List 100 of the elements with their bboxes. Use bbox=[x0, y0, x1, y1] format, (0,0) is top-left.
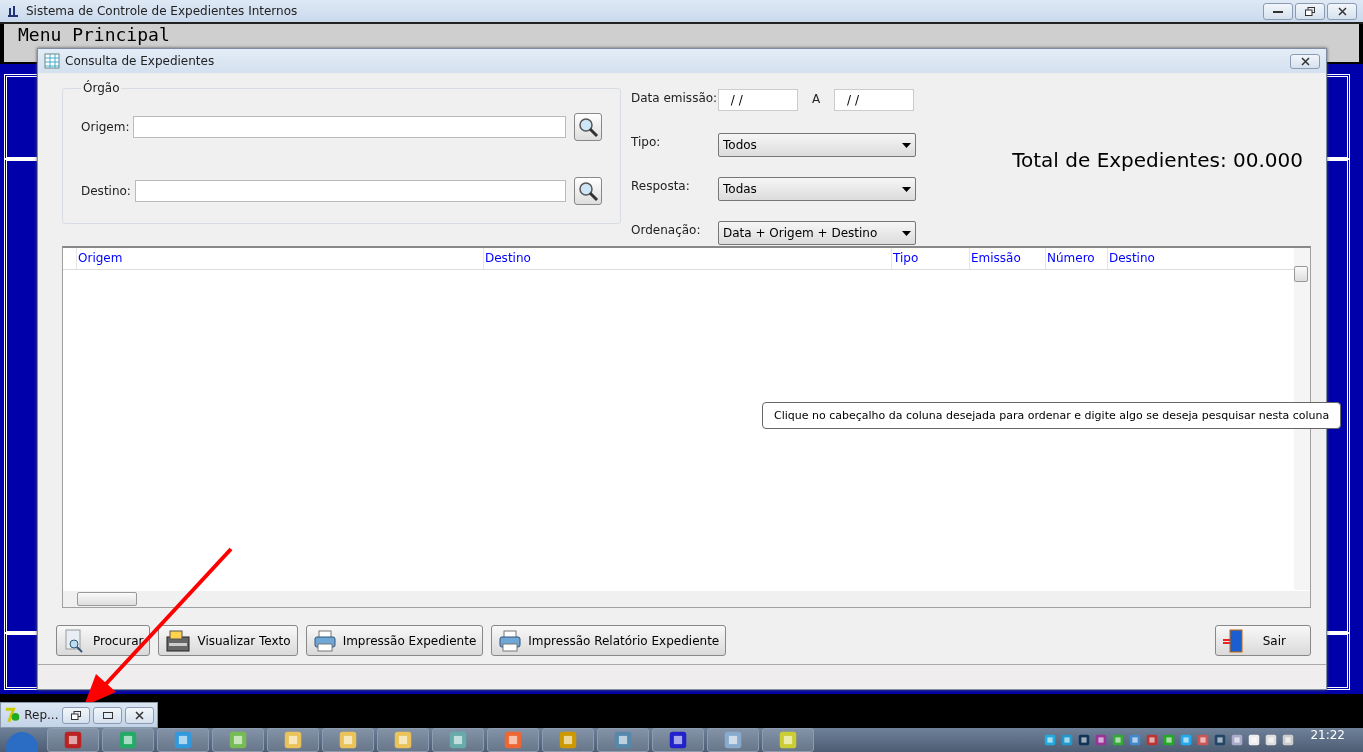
action-button[interactable]: Impressão Expediente bbox=[305, 625, 484, 656]
tray-icon bbox=[1179, 733, 1194, 747]
tray-icon bbox=[1094, 733, 1109, 747]
close-icon bbox=[1300, 56, 1310, 66]
app-icon bbox=[62, 729, 84, 751]
app-icon bbox=[722, 729, 744, 751]
tooltip: Clique no cabeçalho da coluna desejada para ordenar e digite algo se deseja pesquisar nesta coluna bbox=[762, 402, 1342, 429]
close-icon bbox=[135, 710, 145, 720]
app-icon bbox=[337, 729, 359, 751]
group-title: Órgão bbox=[82, 81, 121, 95]
app-icon bbox=[282, 729, 304, 751]
taskbar-button[interactable] bbox=[322, 728, 374, 752]
app-icon bbox=[172, 729, 194, 751]
tray-icon bbox=[1247, 733, 1262, 747]
tray-icon bbox=[1196, 733, 1211, 747]
tray-icon bbox=[1128, 733, 1143, 747]
close-icon bbox=[1337, 6, 1347, 16]
tray-icon bbox=[1281, 733, 1296, 747]
dropdown[interactable]: Todas bbox=[718, 177, 916, 201]
dropdown[interactable]: Todos bbox=[718, 133, 916, 157]
tray-icon bbox=[1162, 733, 1177, 747]
file-drawer-icon bbox=[165, 628, 192, 653]
column-header[interactable]: Número bbox=[1045, 248, 1107, 269]
tray-icon bbox=[1264, 733, 1279, 747]
exit-button[interactable]: Sair bbox=[1215, 625, 1311, 656]
restore-button[interactable] bbox=[1295, 2, 1325, 20]
taskbar-button[interactable] bbox=[762, 728, 814, 752]
text-field[interactable] bbox=[134, 180, 566, 202]
column-header[interactable]: Emissão bbox=[969, 248, 1045, 269]
action-button[interactable]: Visualizar Texto bbox=[158, 625, 298, 656]
field-label: Origem: bbox=[81, 120, 130, 134]
close-button[interactable] bbox=[125, 706, 154, 724]
text-field[interactable] bbox=[133, 116, 566, 138]
taskbar-button[interactable] bbox=[542, 728, 594, 752]
app-icon bbox=[4, 706, 22, 724]
field-label: Destino: bbox=[81, 184, 131, 198]
date-field[interactable]: / / bbox=[834, 89, 915, 111]
total-count: Total de Expedientes: 00.000 bbox=[1012, 147, 1303, 172]
minimized-window[interactable]: Rep... bbox=[0, 702, 158, 728]
maximize-icon bbox=[102, 711, 113, 719]
restore-button[interactable] bbox=[61, 706, 91, 724]
app-icon bbox=[447, 729, 469, 751]
app-icon bbox=[6, 4, 20, 18]
dropdown[interactable]: Data + Origem + Destino bbox=[718, 221, 916, 245]
app-icon bbox=[227, 729, 249, 751]
maximize-button[interactable] bbox=[93, 706, 123, 724]
field-label: Resposta: bbox=[631, 178, 691, 195]
tray-icon bbox=[1043, 733, 1058, 747]
app-icon bbox=[612, 729, 634, 751]
close-button[interactable] bbox=[1327, 2, 1357, 20]
tray-icon bbox=[1077, 733, 1092, 747]
date-field[interactable]: / / bbox=[718, 89, 798, 111]
column-header[interactable]: Destino bbox=[483, 248, 891, 269]
menu-title: Menu Principal bbox=[17, 24, 171, 46]
taskbar-button[interactable] bbox=[432, 728, 484, 752]
column-header[interactable]: Origem bbox=[76, 248, 483, 269]
dropdown-caret-icon bbox=[902, 186, 911, 192]
table-icon bbox=[44, 53, 60, 69]
taskbar-button[interactable] bbox=[212, 728, 264, 752]
clock: 21:22 bbox=[1310, 728, 1345, 742]
tray-icon bbox=[1230, 733, 1245, 747]
restore-icon bbox=[70, 710, 81, 720]
field-label: Tipo: bbox=[631, 134, 662, 151]
horizontal-scrollbar[interactable] bbox=[63, 591, 1310, 607]
action-button[interactable]: Impressão Relatório Expediente bbox=[491, 625, 727, 656]
taskbar-button[interactable] bbox=[267, 728, 319, 752]
window-title: Sistema de Controle de Expedientes Internos bbox=[26, 4, 298, 18]
close-button[interactable] bbox=[1290, 53, 1320, 69]
dropdown-caret-icon bbox=[902, 230, 911, 236]
action-button[interactable]: Procurar bbox=[56, 625, 151, 656]
field-label: Ordenação: bbox=[631, 222, 702, 239]
taskbar-button[interactable] bbox=[597, 728, 649, 752]
tray-icon bbox=[1145, 733, 1160, 747]
taskbar-button[interactable] bbox=[487, 728, 539, 752]
window-title: Rep... bbox=[24, 708, 59, 722]
minimize-icon bbox=[1273, 8, 1283, 14]
search-icon bbox=[577, 180, 599, 202]
search-icon bbox=[577, 116, 599, 138]
restore-icon bbox=[1305, 6, 1315, 16]
taskbar-button[interactable] bbox=[377, 728, 429, 752]
column-header[interactable]: Destino bbox=[1107, 248, 1267, 269]
dialog-title: Consulta de Expedientes bbox=[65, 54, 215, 68]
door-icon bbox=[1222, 628, 1244, 653]
search-button[interactable] bbox=[574, 177, 602, 205]
app-icon bbox=[667, 729, 689, 751]
app-icon bbox=[117, 729, 139, 751]
dropdown-caret-icon bbox=[902, 142, 911, 148]
app-icon bbox=[557, 729, 579, 751]
printer-icon bbox=[498, 628, 523, 653]
search-button[interactable] bbox=[574, 113, 602, 141]
minimize-button[interactable] bbox=[1263, 2, 1293, 20]
taskbar-button[interactable] bbox=[652, 728, 704, 752]
taskbar-button[interactable] bbox=[707, 728, 759, 752]
app-icon bbox=[502, 729, 524, 751]
app-icon bbox=[392, 729, 414, 751]
tray-icon bbox=[1213, 733, 1228, 747]
tray-icon bbox=[1111, 733, 1126, 747]
app-icon bbox=[777, 729, 799, 751]
column-header[interactable]: Tipo bbox=[891, 248, 969, 269]
printer-icon bbox=[312, 628, 337, 653]
